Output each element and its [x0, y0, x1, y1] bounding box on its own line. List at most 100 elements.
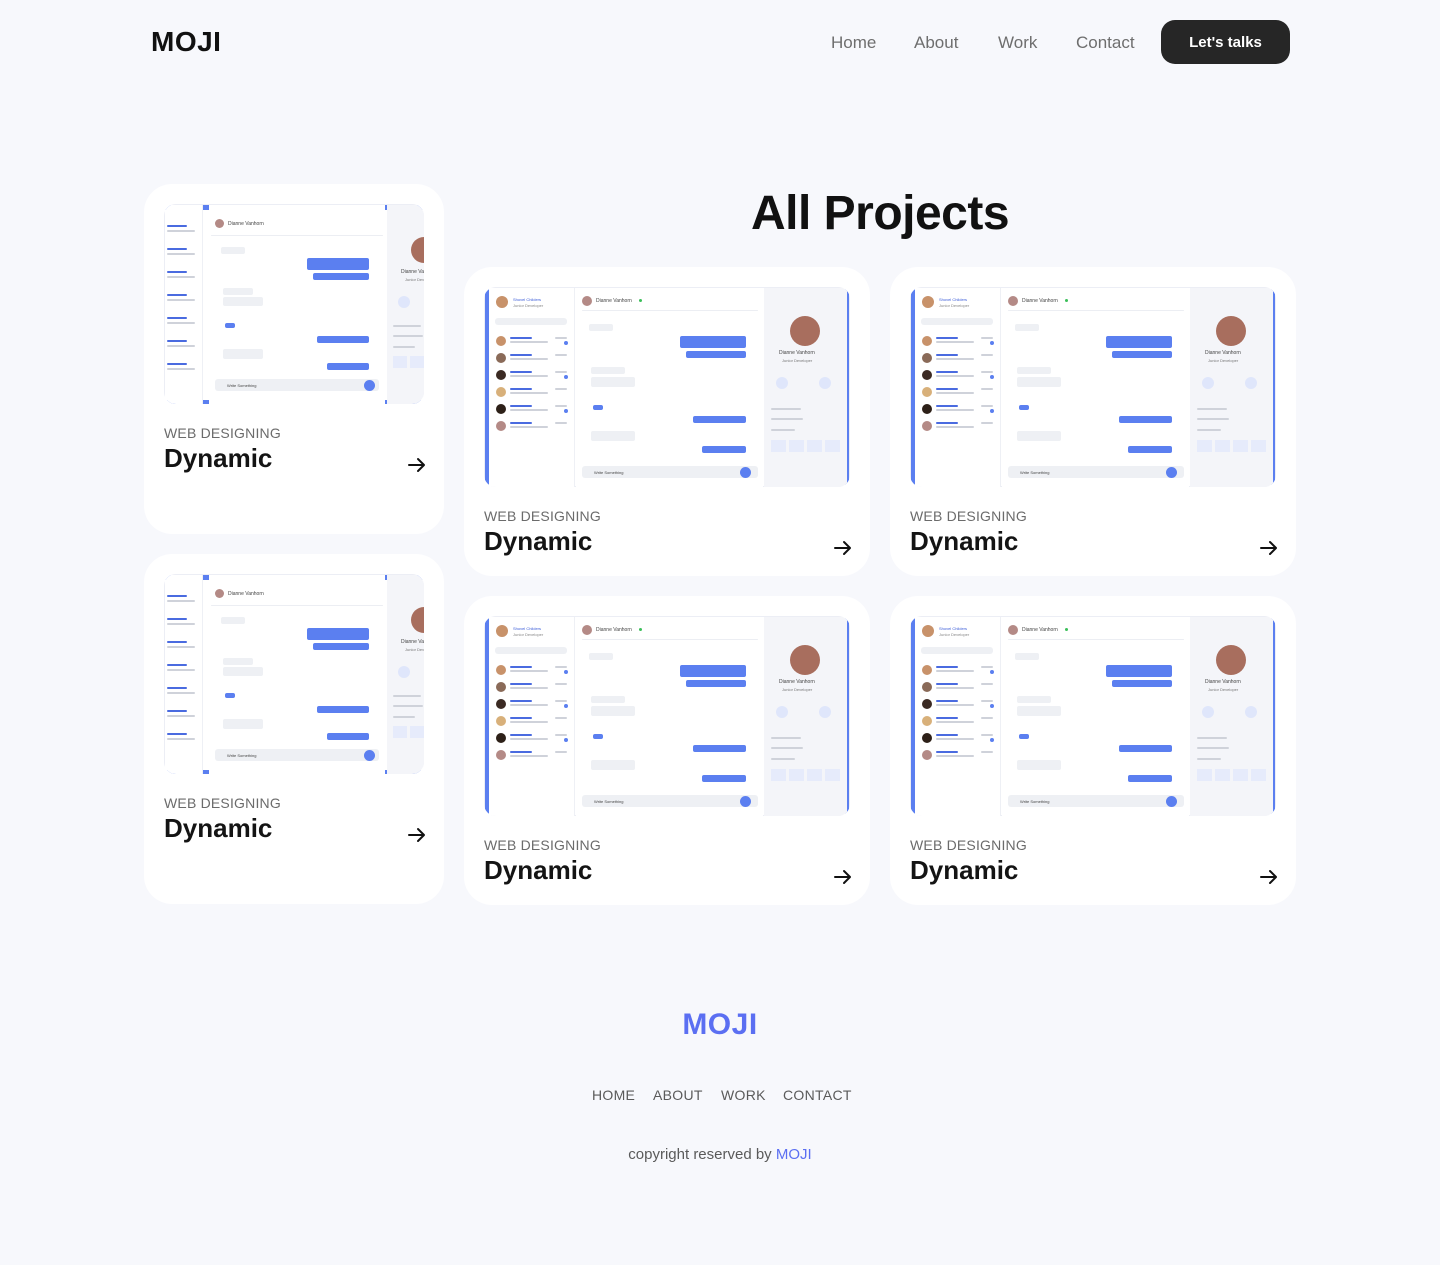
footer-nav-about[interactable]: ABOUT	[653, 1087, 703, 1103]
mock-shape	[639, 299, 642, 302]
mock-shape	[576, 617, 763, 816]
arrow-right-icon[interactable]	[1260, 869, 1278, 885]
mock-shape	[922, 296, 934, 308]
mock-shape	[1008, 310, 1184, 311]
mock-shape	[221, 247, 245, 254]
mock-shape	[582, 639, 758, 640]
mock-shape	[555, 751, 567, 753]
mock-shape	[167, 345, 195, 347]
mock-shape	[393, 335, 423, 337]
mock-shape	[410, 726, 424, 738]
mock-shape	[776, 706, 788, 718]
project-category: WEB DESIGNING	[484, 837, 601, 853]
project-card[interactable]: Dianne Vanhorn Write Something Dianne Vanh…	[144, 554, 444, 904]
mock-shape	[167, 368, 195, 370]
mock-shape	[591, 760, 635, 770]
project-category: WEB DESIGNING	[910, 837, 1027, 853]
mock-compose: Write Something	[1020, 470, 1050, 475]
mock-shape	[1197, 408, 1227, 410]
project-title: Dynamic	[484, 526, 593, 556]
mock-shape	[936, 721, 974, 723]
mock-shape	[1119, 745, 1172, 752]
mock-shape	[223, 658, 253, 665]
project-card[interactable]: Shovel Childers Junior Developer Dianne Va…	[464, 267, 870, 576]
mock-shape	[936, 683, 958, 685]
footer-logo[interactable]: MOJI	[0, 1008, 1440, 1042]
mock-shape	[510, 687, 548, 689]
nav-work[interactable]: Work	[998, 33, 1037, 53]
mock-shape	[686, 351, 746, 358]
mock-shape	[495, 318, 567, 325]
footer-nav-contact[interactable]: CONTACT	[783, 1087, 852, 1103]
nav-contact[interactable]: Contact	[1076, 33, 1135, 53]
mock-shape	[496, 716, 506, 726]
project-card[interactable]: Shovel Childers Junior Developer Dianne Va…	[890, 267, 1296, 576]
footer-nav-home[interactable]: HOME	[592, 1087, 635, 1103]
mock-shape	[317, 336, 369, 343]
mock-shape	[922, 665, 932, 675]
mock-profile-role: Junior Developer	[782, 687, 813, 692]
mock-shape	[555, 405, 567, 407]
arrow-right-icon[interactable]	[1260, 540, 1278, 556]
mock-shape	[740, 796, 751, 807]
mock-shape	[593, 734, 603, 739]
mock-shape	[1197, 769, 1212, 781]
mock-shape	[510, 388, 532, 390]
mock-profile-name: Dianne Vanhorn	[779, 679, 815, 685]
footer-nav-work[interactable]: WORK	[721, 1087, 766, 1103]
mock-shape	[922, 682, 932, 692]
mock-shape	[819, 706, 831, 718]
mock-shape	[496, 682, 506, 692]
mock-shape	[589, 324, 613, 331]
mock-shape	[393, 705, 423, 707]
project-card[interactable]: Shovel Childers Junior Developer Dianne Va…	[890, 596, 1296, 905]
nav-about[interactable]: About	[914, 33, 958, 53]
mock-shape	[936, 687, 974, 689]
mock-shape	[1197, 429, 1221, 431]
chat-app-mockup: Shovel Childers Junior Developer Dianne Va…	[910, 616, 1276, 816]
arrow-right-icon[interactable]	[834, 869, 852, 885]
mock-shape	[167, 299, 195, 301]
mock-shape	[510, 426, 548, 428]
mock-shape	[167, 248, 187, 250]
lets-talk-button[interactable]: Let's talks	[1161, 20, 1290, 64]
mock-shape	[1106, 665, 1172, 677]
mock-shape	[167, 687, 187, 689]
mock-shape	[555, 700, 567, 702]
mock-shape	[922, 750, 932, 760]
arrow-right-icon[interactable]	[834, 540, 852, 556]
project-card[interactable]: Shovel Childers Junior Developer Dianne Va…	[464, 596, 870, 905]
mock-shape	[1197, 758, 1221, 760]
mock-shape	[591, 706, 635, 716]
mock-shape	[1128, 775, 1172, 782]
mock-shape	[1008, 625, 1018, 635]
mock-shape	[167, 669, 195, 671]
mock-shape	[936, 422, 958, 424]
mock-compose: Write Something	[227, 753, 257, 758]
mock-sidebar-name: Shovel Childers	[513, 626, 542, 631]
copyright-brand[interactable]: MOJI	[776, 1146, 812, 1163]
mock-shape	[740, 467, 751, 478]
mock-shape	[1216, 645, 1246, 675]
mock-contact-name: Dianne Vanhorn	[596, 627, 632, 633]
project-card[interactable]: Dianne Vanhorn Write Something Dianne Vanh…	[144, 184, 444, 534]
nav-home[interactable]: Home	[831, 33, 876, 53]
mock-profile-name: Dianne Vanhorn	[1205, 350, 1241, 356]
mock-shape	[936, 734, 958, 736]
mock-shape	[327, 363, 369, 370]
mock-shape	[990, 670, 994, 674]
mock-shape	[555, 337, 567, 339]
mock-shape	[510, 354, 532, 356]
project-category: WEB DESIGNING	[164, 425, 281, 441]
mock-shape	[825, 769, 840, 781]
mock-shape	[317, 706, 369, 713]
mock-shape	[510, 751, 532, 753]
arrow-right-icon[interactable]	[408, 827, 426, 843]
arrow-right-icon[interactable]	[408, 457, 426, 473]
mock-shape	[225, 323, 235, 328]
mock-shape	[510, 683, 532, 685]
mock-shape	[591, 367, 625, 374]
mock-shape	[1202, 706, 1214, 718]
mock-shape	[496, 750, 506, 760]
mock-shape	[936, 341, 974, 343]
